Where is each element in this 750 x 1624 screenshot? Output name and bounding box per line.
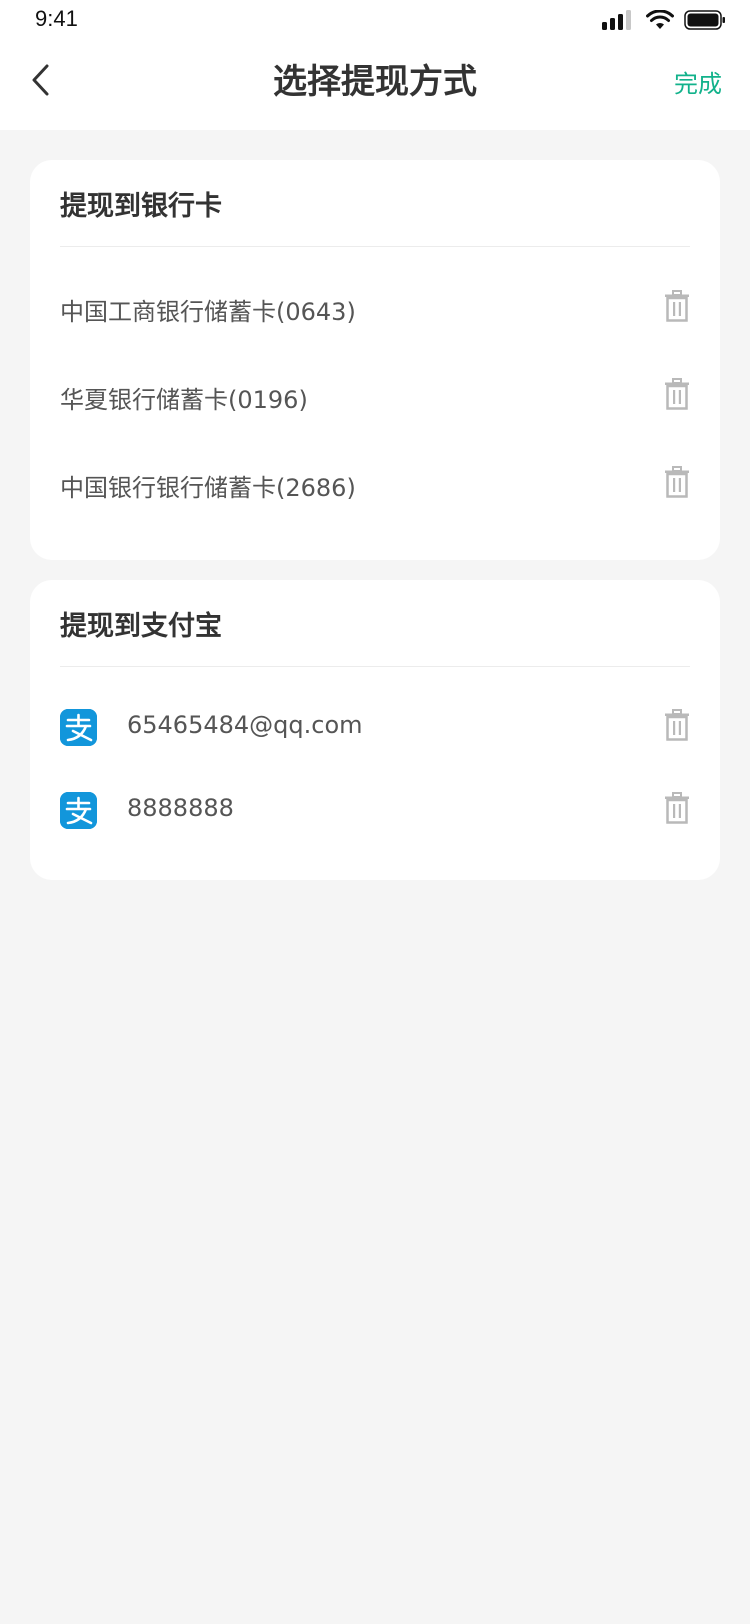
- alipay-account-label: 65465484@qq.com: [127, 711, 363, 739]
- trash-icon[interactable]: [664, 290, 690, 322]
- wifi-icon: [646, 10, 674, 29]
- alipay-icon: [60, 709, 97, 746]
- trash-icon[interactable]: [664, 466, 690, 498]
- bank-card-label: 中国工商银行储蓄卡(0643): [60, 298, 356, 326]
- bank-card-item[interactable]: 华夏银行储蓄卡(0196): [30, 366, 720, 426]
- bank-card-label: 华夏银行储蓄卡(0196): [60, 386, 308, 414]
- battery-icon: [684, 10, 725, 30]
- trash-icon[interactable]: [664, 792, 690, 824]
- trash-icon[interactable]: [664, 378, 690, 410]
- section-title: 提现到支付宝: [60, 611, 222, 642]
- alipay-account-item[interactable]: 8888888: [30, 780, 720, 840]
- bank-card-label: 中国银行银行储蓄卡(2686): [60, 474, 356, 502]
- status-time: 9:41: [35, 6, 78, 31]
- top-bar: 9:41 选择提现方式 完成: [0, 0, 750, 130]
- section-title: 提现到银行卡: [60, 191, 222, 222]
- alipay-icon: [60, 792, 97, 829]
- page-title: 选择提现方式: [273, 62, 477, 102]
- alipay-section: 提现到支付宝 65465484@qq.com 8888888: [30, 580, 720, 880]
- done-button[interactable]: 完成: [674, 64, 722, 99]
- divider: [60, 246, 690, 247]
- bank-card-item[interactable]: 中国工商银行储蓄卡(0643): [30, 278, 720, 338]
- alipay-account-item[interactable]: 65465484@qq.com: [30, 697, 720, 757]
- trash-icon[interactable]: [664, 709, 690, 741]
- status-icons: [602, 8, 726, 32]
- signal-icon: [602, 10, 631, 30]
- alipay-account-label: 8888888: [127, 794, 234, 822]
- bank-card-section: 提现到银行卡 中国工商银行储蓄卡(0643) 华夏银行储蓄卡(0196) 中国银…: [30, 160, 720, 560]
- bank-card-item[interactable]: 中国银行银行储蓄卡(2686): [30, 454, 720, 514]
- divider: [60, 666, 690, 667]
